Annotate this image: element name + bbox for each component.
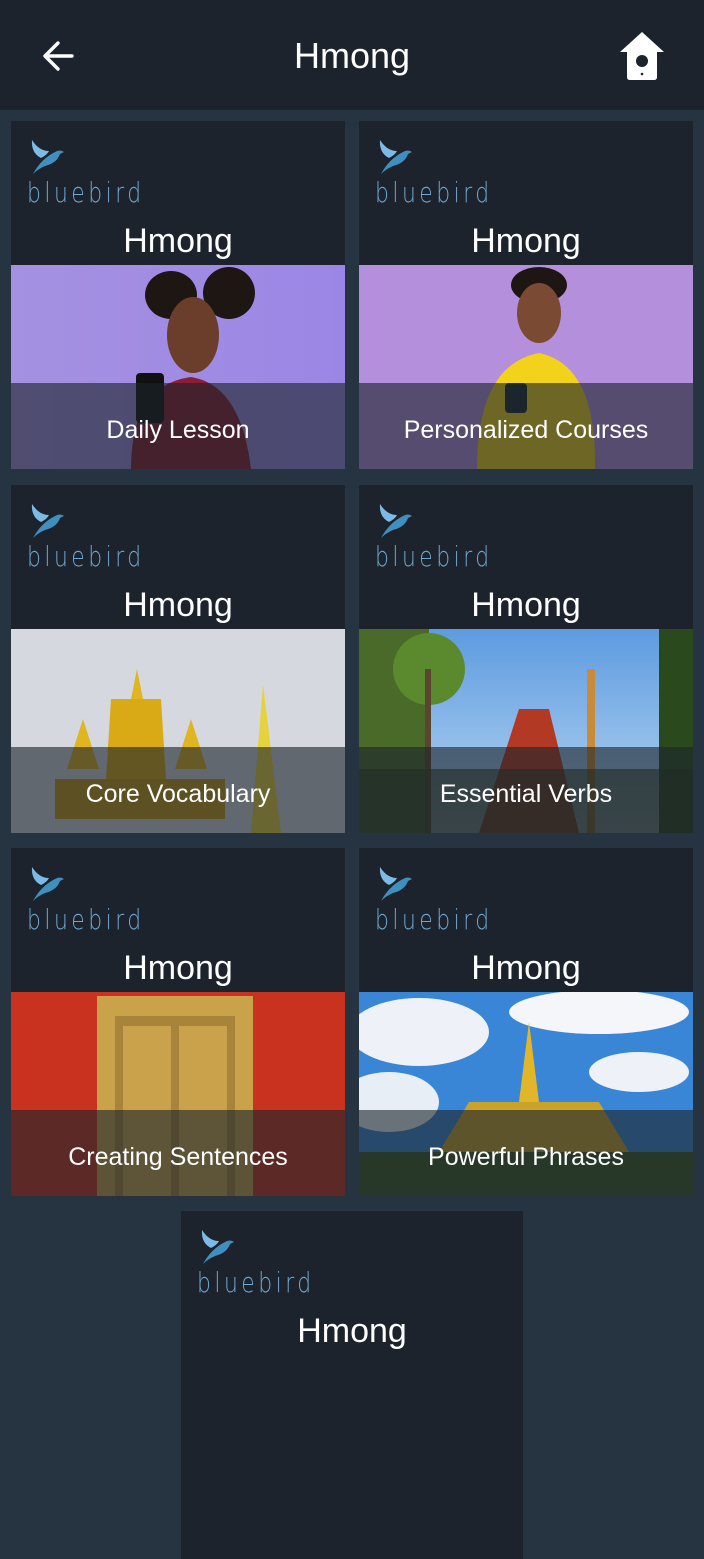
course-card-creating-sentences[interactable]: bluebird Hmong Creating Sentences (11, 848, 345, 1196)
card-language: Hmong (123, 222, 233, 260)
card-language: Hmong (297, 1312, 407, 1350)
bluebird-logo: bluebird (373, 135, 523, 211)
bluebird-logo-icon (379, 867, 412, 901)
birdhouse-home-icon (620, 32, 664, 80)
card-image: Daily Lesson (11, 265, 345, 469)
home-button[interactable] (616, 28, 668, 84)
card-label: Creating Sentences (68, 1143, 288, 1171)
card-language: Hmong (123, 586, 233, 624)
card-language: Hmong (471, 222, 581, 260)
bluebird-logo: bluebird (373, 499, 523, 575)
bluebird-logo-icon (379, 504, 412, 538)
logo-text: bluebird (375, 540, 493, 573)
course-card-essential-verbs[interactable]: bluebird Hmong Essential Verbs (359, 485, 693, 833)
bluebird-logo: bluebird (25, 499, 175, 575)
card-image: Powerful Phrases (359, 992, 693, 1196)
bluebird-logo-icon (31, 867, 64, 901)
bluebird-logo: bluebird (25, 135, 175, 211)
card-label: Essential Verbs (439, 780, 613, 808)
card-label: Core Vocabulary (85, 780, 271, 808)
bluebird-logo-icon (31, 504, 64, 538)
card-language: Hmong (471, 586, 581, 624)
card-label: Daily Lesson (106, 416, 250, 444)
bluebird-logo: bluebird (195, 1225, 345, 1301)
course-card-core-vocabulary[interactable]: bluebird Hmong Core Vocabulary (11, 485, 345, 833)
top-app-bar: Hmong (0, 0, 704, 110)
course-card-partial[interactable]: bluebird Hmong (181, 1211, 523, 1559)
card-label: Powerful Phrases (428, 1143, 624, 1171)
card-language: Hmong (471, 949, 581, 987)
page-title: Hmong (293, 35, 411, 76)
bluebird-logo-icon (201, 1230, 234, 1264)
logo-text: bluebird (197, 1266, 315, 1299)
logo-text: bluebird (27, 176, 145, 209)
course-card-personalized-courses[interactable]: bluebird Hmong Personalized Courses (359, 121, 693, 469)
course-card-powerful-phrases[interactable]: bluebird Hmong Powerful Phrases (359, 848, 693, 1196)
logo-text: bluebird (375, 176, 493, 209)
bluebird-logo: bluebird (373, 862, 523, 938)
card-image: Essential Verbs (359, 629, 693, 833)
course-card-daily-lesson[interactable]: bluebird Hmong Daily Lesson (11, 121, 345, 469)
bluebird-logo: bluebird (25, 862, 175, 938)
card-label: Personalized Courses (403, 416, 649, 444)
card-image: Personalized Courses (359, 265, 693, 469)
card-image: Core Vocabulary (11, 629, 345, 833)
logo-text: bluebird (375, 903, 493, 936)
logo-text: bluebird (27, 540, 145, 573)
bluebird-logo-icon (31, 140, 64, 174)
card-language: Hmong (123, 949, 233, 987)
logo-text: bluebird (27, 903, 145, 936)
bluebird-logo-icon (379, 140, 412, 174)
card-image: Creating Sentences (11, 992, 345, 1196)
